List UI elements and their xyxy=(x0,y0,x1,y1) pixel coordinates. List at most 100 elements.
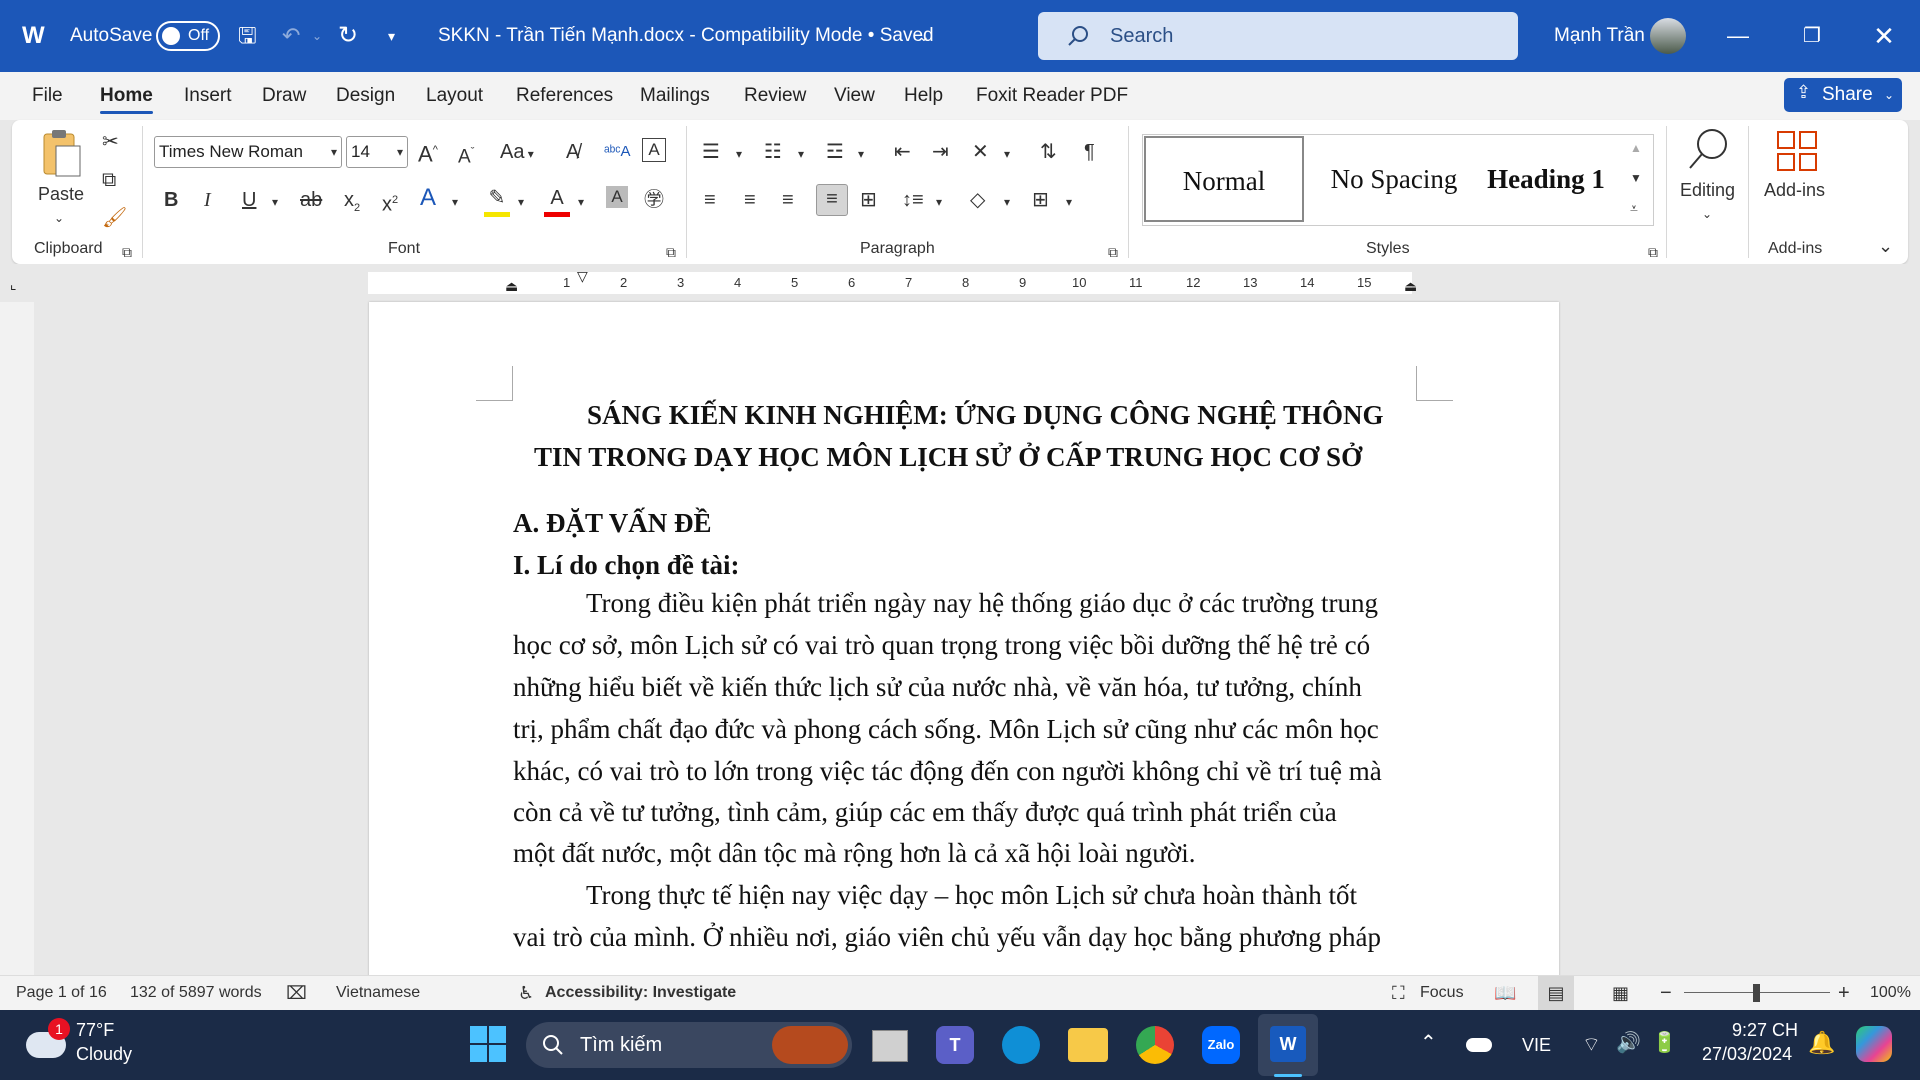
font-size-combo[interactable]: 14 ▾ xyxy=(346,136,408,168)
left-indent-marker[interactable]: ⏏ xyxy=(505,278,518,295)
tab-design[interactable]: Design xyxy=(336,72,395,120)
horizontal-ruler[interactable]: 1 2 3 4 5 6 7 8 9 10 11 12 13 14 15 ▽ ⏏ … xyxy=(368,268,1417,295)
web-layout-icon[interactable]: ▦ xyxy=(1612,976,1629,1010)
zoom-slider-thumb[interactable] xyxy=(1753,984,1760,1002)
minimize-icon[interactable]: — xyxy=(1702,0,1774,72)
undo-icon[interactable]: ↶ xyxy=(282,0,300,72)
highlight-icon[interactable]: ✎ xyxy=(484,184,510,217)
text-effects-dropdown-icon[interactable]: ▾ xyxy=(452,188,458,216)
tab-draw[interactable]: Draw xyxy=(262,72,306,120)
copilot-icon[interactable] xyxy=(1856,1026,1892,1062)
style-heading-1[interactable]: Heading 1 xyxy=(1480,136,1612,222)
add-ins-icon[interactable] xyxy=(1776,130,1818,172)
text-effects-icon[interactable]: A xyxy=(420,184,436,212)
font-color-dropdown-icon[interactable]: ▾ xyxy=(578,188,584,216)
clear-formatting-icon[interactable]: A̸ xyxy=(566,138,579,166)
file-explorer-icon[interactable] xyxy=(1068,1028,1108,1062)
undo-dropdown-icon[interactable]: ⌄ xyxy=(312,0,322,72)
line-spacing-dropdown-icon[interactable]: ▾ xyxy=(936,188,942,216)
teams-icon[interactable]: T xyxy=(936,1026,974,1064)
share-button[interactable]: ⇪ Share ⌄ xyxy=(1784,78,1902,112)
styles-scroll-up-icon[interactable]: ▲ xyxy=(1630,134,1642,162)
format-painter-icon[interactable]: 🖌 xyxy=(102,204,127,232)
paste-icon[interactable] xyxy=(40,128,84,180)
styles-launcher-icon[interactable]: ⧉ xyxy=(1648,238,1658,266)
accessibility-status[interactable]: Accessibility: Investigate xyxy=(545,976,736,1010)
style-no-spacing[interactable]: No Spacing xyxy=(1308,136,1480,222)
chevron-up-icon[interactable]: ⌃ xyxy=(1420,1030,1437,1055)
text-direction-dropdown-icon[interactable]: ▾ xyxy=(1004,140,1010,168)
share-dropdown-icon[interactable]: ⌄ xyxy=(1884,78,1894,112)
tab-layout[interactable]: Layout xyxy=(426,72,483,120)
numbering-dropdown-icon[interactable]: ▾ xyxy=(798,140,804,168)
borders-icon[interactable]: ⊞ xyxy=(1032,186,1049,214)
page-count[interactable]: Page 1 of 16 xyxy=(16,976,107,1010)
weather-desc[interactable]: Cloudy xyxy=(76,1044,132,1065)
tab-references[interactable]: References xyxy=(516,72,613,120)
character-shading-icon[interactable]: A xyxy=(606,186,628,208)
strikethrough-icon[interactable]: ab xyxy=(300,186,322,214)
align-left-icon[interactable]: ≡ xyxy=(704,186,716,214)
align-center-icon[interactable]: ≡ xyxy=(744,186,756,214)
zalo-icon[interactable]: Zalo xyxy=(1202,1026,1240,1064)
highlight-dropdown-icon[interactable]: ▾ xyxy=(518,188,524,216)
print-layout-icon[interactable]: ▤ xyxy=(1538,976,1574,1010)
zoom-out-button[interactable]: − xyxy=(1660,976,1672,1010)
underline-dropdown-icon[interactable]: ▾ xyxy=(272,188,278,216)
taskbar-search[interactable]: Tìm kiếm xyxy=(526,1022,852,1068)
shading-icon[interactable]: ◇ xyxy=(970,186,985,214)
shading-dropdown-icon[interactable]: ▾ xyxy=(1004,188,1010,216)
tab-insert[interactable]: Insert xyxy=(184,72,232,120)
tab-selector-icon[interactable]: ⌞ xyxy=(10,276,17,293)
font-color-icon[interactable]: A xyxy=(544,184,570,217)
shrink-font-icon[interactable]: Aˇ xyxy=(458,138,474,171)
clipboard-launcher-icon[interactable]: ⧉ xyxy=(122,238,132,266)
paragraph-launcher-icon[interactable]: ⧉ xyxy=(1108,238,1118,266)
focus-label[interactable]: Focus xyxy=(1420,976,1464,1010)
distributed-icon[interactable]: ⊞ xyxy=(860,186,877,214)
bullets-icon[interactable]: ☰ xyxy=(702,138,720,166)
ribbon-collapse-icon[interactable]: ⌄ xyxy=(1878,232,1893,260)
proofing-icon[interactable]: ⌧ xyxy=(286,976,307,1010)
accessibility-icon[interactable]: ♿ xyxy=(518,976,534,1010)
tab-home[interactable]: Home xyxy=(100,72,153,120)
windows-start-icon[interactable] xyxy=(470,1026,506,1062)
style-normal[interactable]: Normal xyxy=(1144,136,1304,222)
font-launcher-icon[interactable]: ⧉ xyxy=(666,238,676,266)
font-name-combo[interactable]: Times New Roman ▾ xyxy=(154,136,342,168)
bullets-dropdown-icon[interactable]: ▾ xyxy=(736,140,742,168)
search-box[interactable]: Search xyxy=(1038,12,1518,60)
underline-icon[interactable]: U xyxy=(242,186,256,214)
paste-dropdown-icon[interactable]: ⌄ xyxy=(54,204,64,232)
copy-icon[interactable]: ⧉ xyxy=(102,166,116,194)
volume-icon[interactable]: 🔊 xyxy=(1616,1030,1641,1055)
bold-icon[interactable]: B xyxy=(164,186,178,214)
tab-help[interactable]: Help xyxy=(904,72,943,120)
input-language[interactable]: VIE xyxy=(1522,1010,1551,1080)
italic-icon[interactable]: I xyxy=(204,186,211,214)
align-right-icon[interactable]: ≡ xyxy=(782,186,794,214)
user-name[interactable]: Mạnh Trần xyxy=(1554,0,1645,72)
enclose-characters-icon[interactable]: ㊫ xyxy=(644,186,664,214)
borders-dropdown-icon[interactable]: ▾ xyxy=(1066,188,1072,216)
word-count[interactable]: 132 of 5897 words xyxy=(130,976,262,1010)
redo-icon[interactable]: ↻ xyxy=(338,0,358,72)
text-direction-icon[interactable]: ✕ xyxy=(972,138,989,166)
language-indicator[interactable]: Vietnamese xyxy=(336,976,420,1010)
read-mode-icon[interactable]: 📖 xyxy=(1494,976,1516,1010)
autosave-toggle[interactable]: Off xyxy=(156,21,220,51)
styles-scroll-down-icon[interactable]: ▼ xyxy=(1630,164,1642,192)
tab-view[interactable]: View xyxy=(834,72,875,120)
add-ins-label[interactable]: Add-ins xyxy=(1764,176,1825,204)
tab-review[interactable]: Review xyxy=(744,72,806,120)
task-view-icon[interactable] xyxy=(872,1030,908,1062)
onedrive-icon[interactable] xyxy=(1466,1038,1492,1052)
first-line-indent-marker[interactable]: ▽ xyxy=(577,268,588,285)
zoom-level[interactable]: 100% xyxy=(1870,976,1911,1010)
close-icon[interactable]: ✕ xyxy=(1848,0,1920,72)
subscript-icon[interactable]: x2 xyxy=(344,186,360,222)
justify-icon[interactable]: ≡ xyxy=(816,184,848,216)
show-formatting-marks-icon[interactable]: ¶ xyxy=(1084,138,1095,166)
focus-icon[interactable]: ⛶ xyxy=(1392,976,1405,1010)
phonetic-guide-icon[interactable]: ᵃᵇᶜA xyxy=(604,138,631,166)
